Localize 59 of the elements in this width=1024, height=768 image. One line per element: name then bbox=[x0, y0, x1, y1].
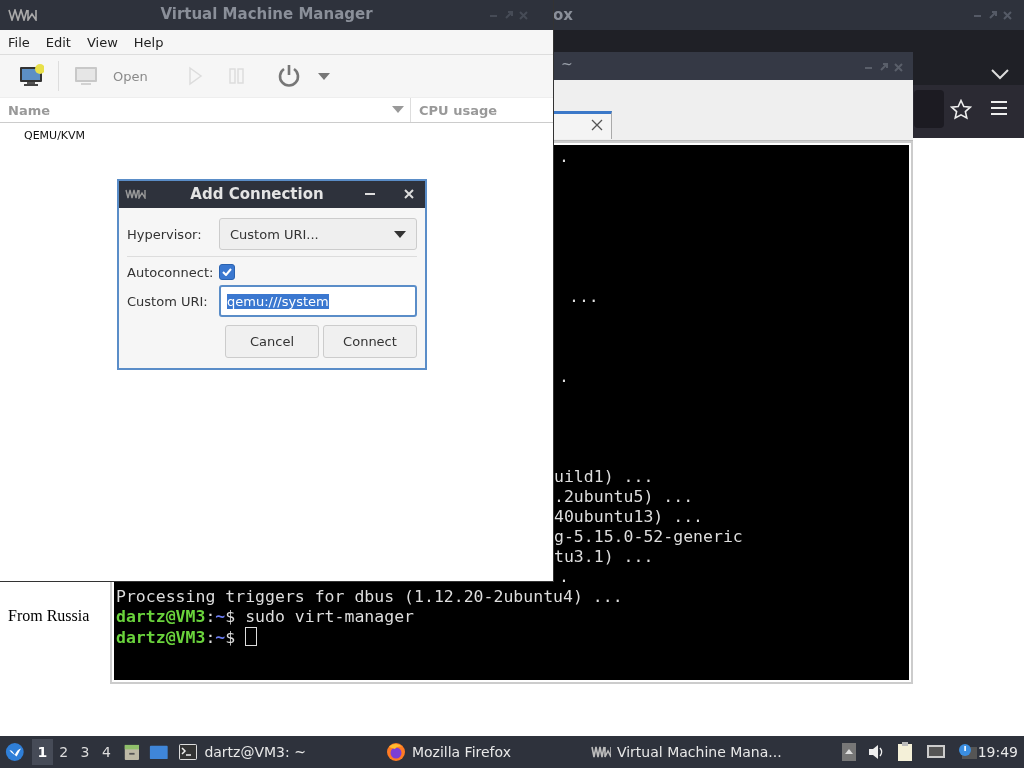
window-title: ox bbox=[553, 6, 573, 24]
menu-item[interactable]: Edit bbox=[39, 32, 77, 52]
terminal-line: g-5.15.0-52-generic bbox=[554, 527, 743, 547]
url-field[interactable] bbox=[914, 90, 944, 128]
menu-item[interactable]: Help bbox=[127, 32, 170, 52]
file-cabinet-icon[interactable] bbox=[123, 742, 141, 762]
speaker-icon[interactable] bbox=[867, 744, 884, 760]
star-icon[interactable] bbox=[950, 99, 972, 121]
menu-icon[interactable] bbox=[990, 100, 1008, 116]
terminal-line: . bbox=[559, 567, 569, 587]
window-title: ~ bbox=[561, 56, 573, 72]
terminal-line: 40ubuntu13) ... bbox=[554, 507, 703, 527]
app-logo-icon bbox=[8, 9, 38, 21]
terminal-line: . bbox=[559, 147, 569, 167]
custom-uri-field[interactable]: qemu:///system bbox=[219, 285, 417, 317]
monitor-star-icon bbox=[18, 63, 44, 89]
close-icon[interactable] bbox=[591, 119, 603, 131]
terminal-line: ... bbox=[569, 287, 599, 307]
connection-row[interactable]: QEMU/KVM bbox=[0, 123, 553, 142]
terminal-tab[interactable] bbox=[553, 111, 612, 139]
clock: 19:49 bbox=[977, 744, 1019, 760]
menu-item[interactable]: View bbox=[80, 32, 124, 52]
terminal-line: uild1) ... bbox=[554, 467, 654, 487]
dialog-title: Add Connection bbox=[189, 185, 325, 203]
taskbar-item[interactable]: Virtual Machine Mana... bbox=[590, 742, 782, 762]
terminal-line: dartz@VM3:~$ bbox=[116, 627, 258, 647]
workspace-button[interactable]: 3 bbox=[74, 739, 96, 765]
taskbar-item[interactable]: dartz@VM3: ~ bbox=[178, 742, 306, 762]
terminal-line: tu3.1) ... bbox=[554, 547, 654, 567]
sort-caret-icon bbox=[392, 106, 404, 114]
window-title: Virtual Machine Manager bbox=[159, 5, 374, 23]
app-logo-icon bbox=[125, 189, 147, 199]
caret-icon bbox=[394, 230, 406, 238]
terminal-line: . bbox=[559, 367, 569, 387]
clipboard-icon[interactable] bbox=[895, 741, 914, 763]
checkmark-icon bbox=[222, 268, 233, 276]
page-text: From Russia bbox=[8, 607, 90, 625]
autoconnect-checkbox[interactable] bbox=[219, 264, 236, 280]
autoconnect-label: Autoconnect: bbox=[127, 264, 214, 280]
terminal-icon bbox=[178, 742, 199, 762]
browser-icon bbox=[385, 742, 406, 762]
menu-item[interactable]: File bbox=[2, 32, 36, 52]
hypervisor-dropdown[interactable]: Custom URI... bbox=[219, 218, 417, 250]
network-icon[interactable] bbox=[925, 743, 946, 761]
connect-button[interactable]: Connect bbox=[323, 325, 417, 358]
taskbar-item[interactable]: Mozilla Firefox bbox=[385, 742, 511, 762]
chevron-down-icon[interactable] bbox=[990, 68, 1010, 80]
hypervisor-label: Hypervisor: bbox=[127, 226, 203, 242]
terminal-line: dartz@VM3:~$ sudo virt-manager bbox=[116, 607, 415, 627]
cancel-button[interactable]: Cancel bbox=[225, 325, 319, 358]
workspace-button[interactable]: 4 bbox=[95, 739, 118, 765]
workspace-button[interactable]: 1 bbox=[31, 739, 53, 765]
terminal-line: .2ubuntu5) ... bbox=[554, 487, 694, 507]
custom-uri-label: Custom URI: bbox=[127, 293, 209, 309]
notification-icon[interactable] bbox=[957, 743, 978, 761]
start-menu-icon[interactable] bbox=[5, 741, 25, 763]
minimize-icon[interactable] bbox=[365, 193, 375, 196]
workspace-button[interactable]: 2 bbox=[53, 739, 75, 765]
terminal-line: Processing triggers for dbus (1.12.20-2ubuntu4) ... bbox=[116, 587, 623, 607]
